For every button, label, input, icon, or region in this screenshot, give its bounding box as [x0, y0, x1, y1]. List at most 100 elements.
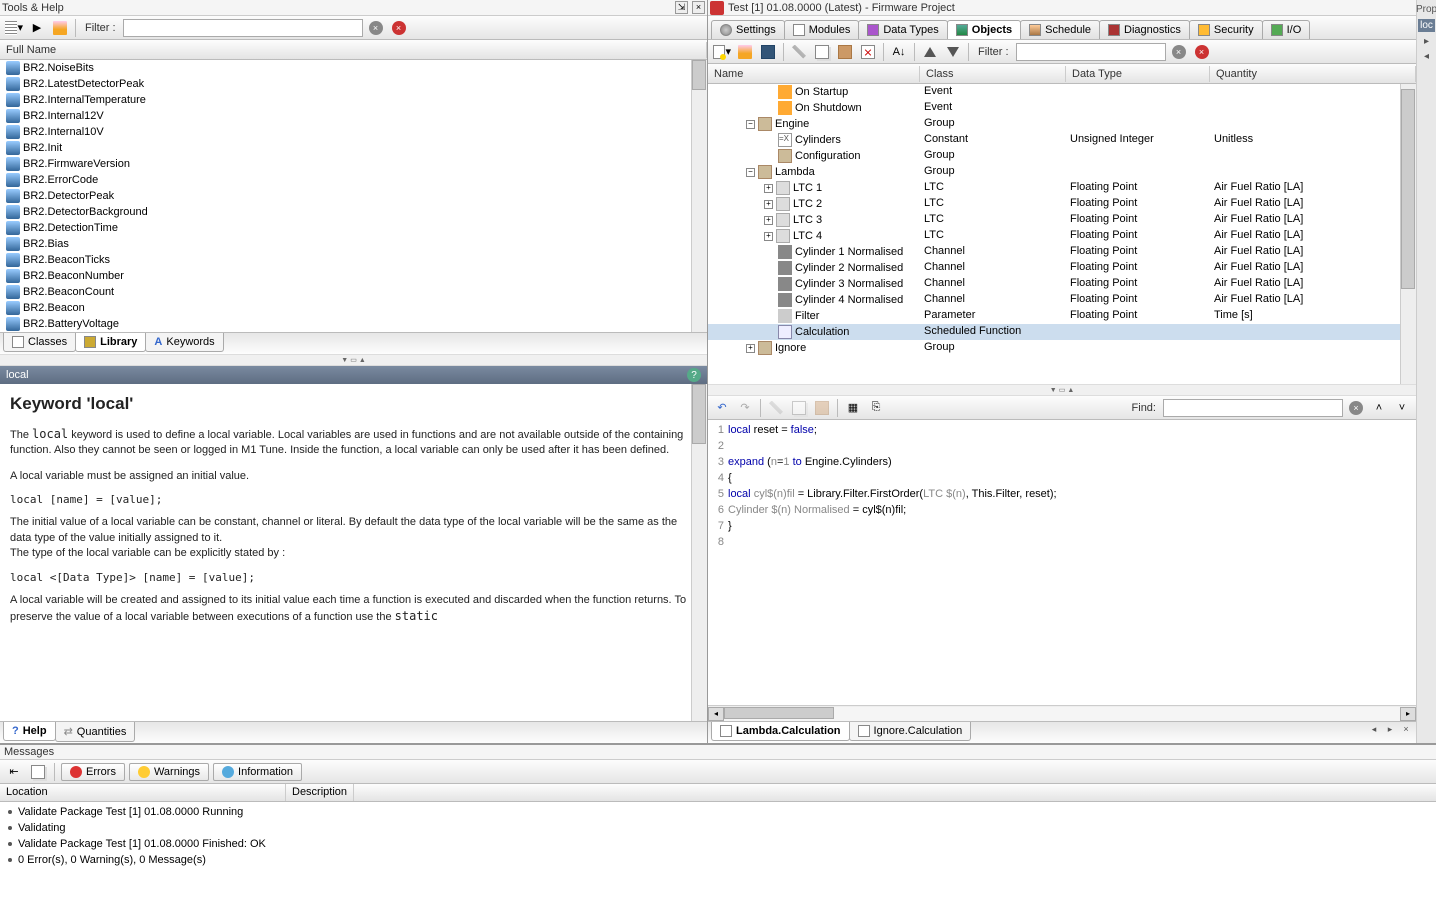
undo-button[interactable]: ↶ — [712, 398, 732, 418]
information-filter-button[interactable]: Information — [213, 763, 302, 781]
tree-row[interactable]: On ShutdownEvent — [708, 100, 1416, 116]
col-location[interactable]: Location — [0, 784, 286, 801]
delete-button[interactable] — [858, 42, 878, 62]
tab-diagnostics[interactable]: Diagnostics — [1099, 20, 1190, 39]
help-question-icon[interactable]: ? — [687, 368, 701, 382]
objects-scrollbar[interactable] — [1400, 84, 1416, 384]
tab-library[interactable]: Library — [75, 333, 146, 352]
tree-row[interactable]: +LTC 2LTCFloating PointAir Fuel Ratio [L… — [708, 196, 1416, 212]
library-item[interactable]: BR2.FirmwareVersion — [0, 156, 707, 172]
prop-tab[interactable]: Prop — [1416, 4, 1436, 15]
help-content[interactable]: Keyword 'local' The local keyword is use… — [0, 384, 707, 721]
library-item[interactable]: BR2.NoiseBits — [0, 60, 707, 76]
library-item[interactable]: BR2.Init — [0, 140, 707, 156]
col-quantity[interactable]: Quantity — [1210, 66, 1416, 82]
errors-filter-button[interactable]: Errors — [61, 763, 125, 781]
library-item[interactable]: BR2.Bias — [0, 236, 707, 252]
expander-icon[interactable]: − — [746, 120, 755, 129]
message-row[interactable]: Validating — [0, 820, 1436, 836]
library-item[interactable]: BR2.BeaconTicks — [0, 252, 707, 268]
loc-tab[interactable]: loc — [1418, 19, 1435, 32]
library-scrollbar[interactable] — [691, 60, 707, 332]
tab-close-button[interactable]: × — [1399, 722, 1413, 736]
tab-datatypes[interactable]: Data Types — [858, 20, 947, 39]
objects-tree[interactable]: On StartupEventOn ShutdownEvent−EngineGr… — [708, 84, 1416, 384]
col-class[interactable]: Class — [920, 66, 1066, 82]
library-item[interactable]: BR2.LatestDetectorPeak — [0, 76, 707, 92]
message-row[interactable]: Validate Package Test [1] 01.08.0000 Fin… — [0, 836, 1436, 852]
objects-clear-filter-button[interactable]: × — [1169, 42, 1189, 62]
right-splitter-chevrons[interactable]: ▼▭▲ — [708, 384, 1416, 396]
message-row[interactable]: 0 Error(s), 0 Warning(s), 0 Message(s) — [0, 852, 1436, 868]
editor-tab-ignore-calc[interactable]: Ignore.Calculation — [849, 722, 972, 741]
tree-row[interactable]: Cylinder 3 NormalisedChannelFloating Poi… — [708, 276, 1416, 292]
tree-row[interactable]: +LTC 1LTCFloating PointAir Fuel Ratio [L… — [708, 180, 1416, 196]
tab-objects[interactable]: Objects — [947, 20, 1021, 39]
library-item[interactable]: BR2.BatteryVoltage — [0, 316, 707, 332]
move-down-button[interactable] — [943, 42, 963, 62]
right-side-strip[interactable]: Prop loc ▸ ◂ — [1416, 0, 1436, 743]
msg-copy-button[interactable] — [28, 762, 48, 782]
tree-row[interactable]: ConfigurationGroup — [708, 148, 1416, 164]
paste-button[interactable] — [835, 42, 855, 62]
tab-io[interactable]: I/O — [1262, 20, 1311, 39]
close-icon[interactable]: × — [692, 1, 705, 14]
find-next-button[interactable]: ˅ — [1392, 398, 1412, 418]
find-prev-button[interactable]: ˄ — [1369, 398, 1389, 418]
tab-settings[interactable]: Settings — [711, 20, 785, 39]
col-datatype[interactable]: Data Type — [1066, 66, 1210, 82]
tree-row[interactable]: Cylinder 2 NormalisedChannelFloating Poi… — [708, 260, 1416, 276]
side-arrow-right-icon[interactable]: ▸ — [1424, 36, 1429, 47]
tab-keywords[interactable]: AKeywords — [145, 333, 223, 352]
bookmark-button[interactable]: ▦ — [843, 398, 863, 418]
library-item[interactable]: BR2.BeaconNumber — [0, 268, 707, 284]
pin-icon[interactable]: ⇲ — [675, 1, 688, 14]
copy-button[interactable] — [812, 42, 832, 62]
library-item[interactable]: BR2.DetectorBackground — [0, 204, 707, 220]
side-arrow-left-icon[interactable]: ◂ — [1424, 51, 1429, 62]
clear-filter-button[interactable]: × — [366, 18, 386, 38]
remove-filter-button[interactable]: × — [389, 18, 409, 38]
save-button[interactable] — [758, 42, 778, 62]
objects-filter-input[interactable] — [1016, 43, 1166, 61]
filter-input[interactable] — [123, 19, 363, 37]
expander-icon[interactable]: − — [746, 168, 755, 177]
new-object-button[interactable]: ▾ — [712, 42, 732, 62]
view-mode-button[interactable]: ▾ — [4, 18, 24, 38]
library-item[interactable]: BR2.InternalTemperature — [0, 92, 707, 108]
tab-modules[interactable]: Modules — [784, 20, 860, 39]
tree-row[interactable]: Cylinder 4 NormalisedChannelFloating Poi… — [708, 292, 1416, 308]
play-button[interactable]: ▶ — [27, 18, 47, 38]
editor-tab-lambda-calc[interactable]: Lambda.Calculation — [711, 722, 850, 741]
full-name-header[interactable]: Full Name — [0, 42, 707, 58]
tree-row[interactable]: −EngineGroup — [708, 116, 1416, 132]
library-list[interactable]: BR2.NoiseBitsBR2.LatestDetectorPeakBR2.I… — [0, 60, 707, 332]
find-input[interactable] — [1163, 399, 1343, 417]
tab-prev-button[interactable]: ◂ — [1367, 722, 1381, 736]
tab-help[interactable]: ?Help — [3, 722, 56, 741]
library-item[interactable]: BR2.ErrorCode — [0, 172, 707, 188]
objects-remove-filter-button[interactable]: × — [1192, 42, 1212, 62]
expander-icon[interactable]: + — [764, 200, 773, 209]
left-splitter-chevrons[interactable]: ▼▭▲ — [0, 354, 707, 366]
tree-row[interactable]: Cylinder 1 NormalisedChannelFloating Poi… — [708, 244, 1416, 260]
redo-button[interactable]: ↷ — [735, 398, 755, 418]
code-paste-button[interactable] — [812, 398, 832, 418]
messages-list[interactable]: Validate Package Test [1] 01.08.0000 Run… — [0, 802, 1436, 898]
library-item[interactable]: BR2.Internal10V — [0, 124, 707, 140]
help-scrollbar[interactable] — [691, 384, 707, 721]
tree-row[interactable]: CalculationScheduled Function — [708, 324, 1416, 340]
toggle-button[interactable]: ⎘ — [866, 398, 886, 418]
tree-row[interactable]: FilterParameterFloating PointTime [s] — [708, 308, 1416, 324]
tab-quantities[interactable]: ⇄Quantities — [55, 722, 136, 742]
library-item[interactable]: BR2.Internal12V — [0, 108, 707, 124]
code-hscrollbar[interactable]: ◂▸ — [708, 705, 1416, 721]
move-up-button[interactable] — [920, 42, 940, 62]
tree-row[interactable]: CylindersConstantUnsigned IntegerUnitles… — [708, 132, 1416, 148]
export-button[interactable] — [50, 18, 70, 38]
tree-row[interactable]: +LTC 4LTCFloating PointAir Fuel Ratio [L… — [708, 228, 1416, 244]
open-button[interactable] — [735, 42, 755, 62]
library-item[interactable]: BR2.DetectorPeak — [0, 188, 707, 204]
tab-schedule[interactable]: Schedule — [1020, 20, 1100, 39]
code-editor[interactable]: 12345678 local reset = false;expand (n=1… — [708, 420, 1416, 705]
